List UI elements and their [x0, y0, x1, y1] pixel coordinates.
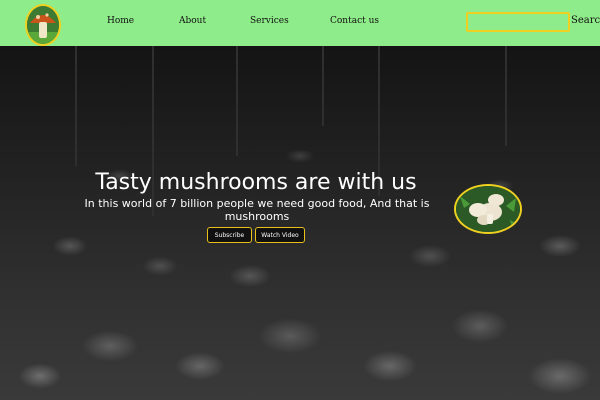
- search-button[interactable]: Search: [571, 15, 600, 26]
- mushroom-logo-icon[interactable]: [25, 4, 61, 46]
- nav-link-services[interactable]: Services: [250, 16, 289, 26]
- watch-video-button[interactable]: Watch Video: [255, 227, 305, 243]
- nav-link-about[interactable]: About: [179, 16, 206, 26]
- nav-link-home[interactable]: Home: [107, 16, 134, 26]
- nav-link-contact-us[interactable]: Contact us: [330, 16, 379, 26]
- hero-subtitle: In this world of 7 billion people we nee…: [84, 197, 430, 223]
- top-navigation-bar: Home About Services Contact us Search: [0, 0, 600, 46]
- search-input[interactable]: [466, 12, 570, 32]
- hero-title: Tasty mushrooms are with us: [95, 170, 417, 195]
- subscribe-button[interactable]: Subscribe: [207, 227, 252, 243]
- white-mushrooms-image: [454, 184, 522, 234]
